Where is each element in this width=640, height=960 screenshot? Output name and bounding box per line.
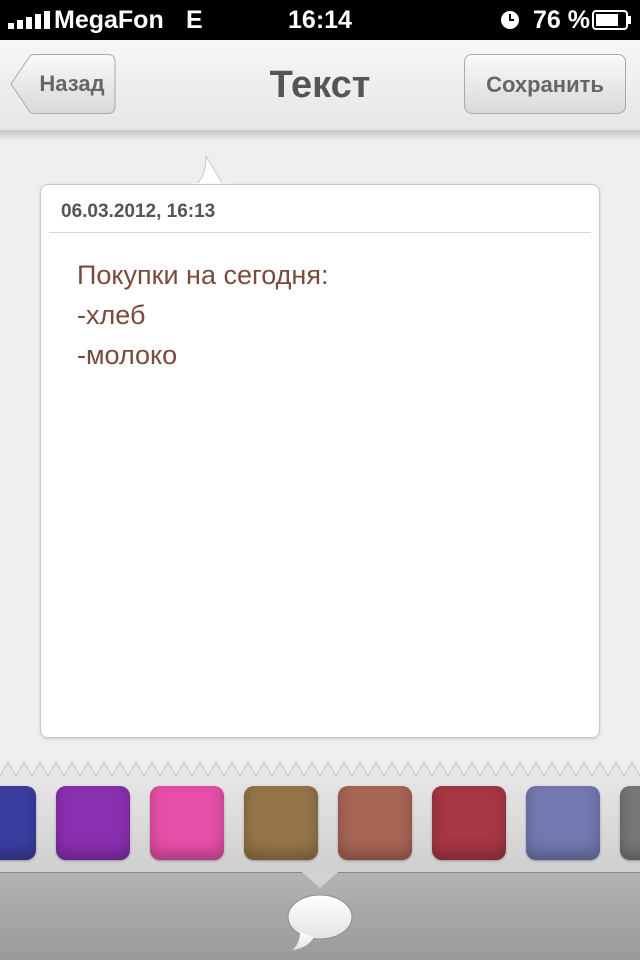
speech-bubble-icon[interactable] (286, 892, 354, 952)
battery-percent: 76 % (533, 6, 590, 34)
bubble-tail (192, 154, 226, 186)
note-card: 06.03.2012, 16:13 Покупки на сегодня: -х… (40, 184, 600, 738)
toolbar-notch (302, 872, 338, 888)
color-swatch[interactable] (338, 786, 412, 860)
color-swatch[interactable] (620, 786, 640, 860)
navigation-bar: Назад Текст Сохранить (0, 40, 640, 131)
color-swatch[interactable] (244, 786, 318, 860)
color-swatch[interactable] (56, 786, 130, 860)
color-swatch[interactable] (0, 786, 36, 860)
nav-shadow (0, 131, 640, 141)
note-text[interactable]: Покупки на сегодня: -хлеб -молоко (77, 255, 328, 375)
zigzag-edge (0, 760, 640, 778)
battery-icon (592, 10, 631, 30)
color-swatch[interactable] (150, 786, 224, 860)
note-divider (49, 232, 591, 233)
color-swatch[interactable] (432, 786, 506, 860)
color-swatch[interactable] (526, 786, 600, 860)
color-palette (0, 776, 640, 872)
status-bar: MegaFon E 16:14 76 % (0, 0, 640, 40)
save-button[interactable]: Сохранить (464, 54, 626, 114)
alarm-icon (501, 11, 519, 29)
note-date: 06.03.2012, 16:13 (61, 201, 216, 222)
